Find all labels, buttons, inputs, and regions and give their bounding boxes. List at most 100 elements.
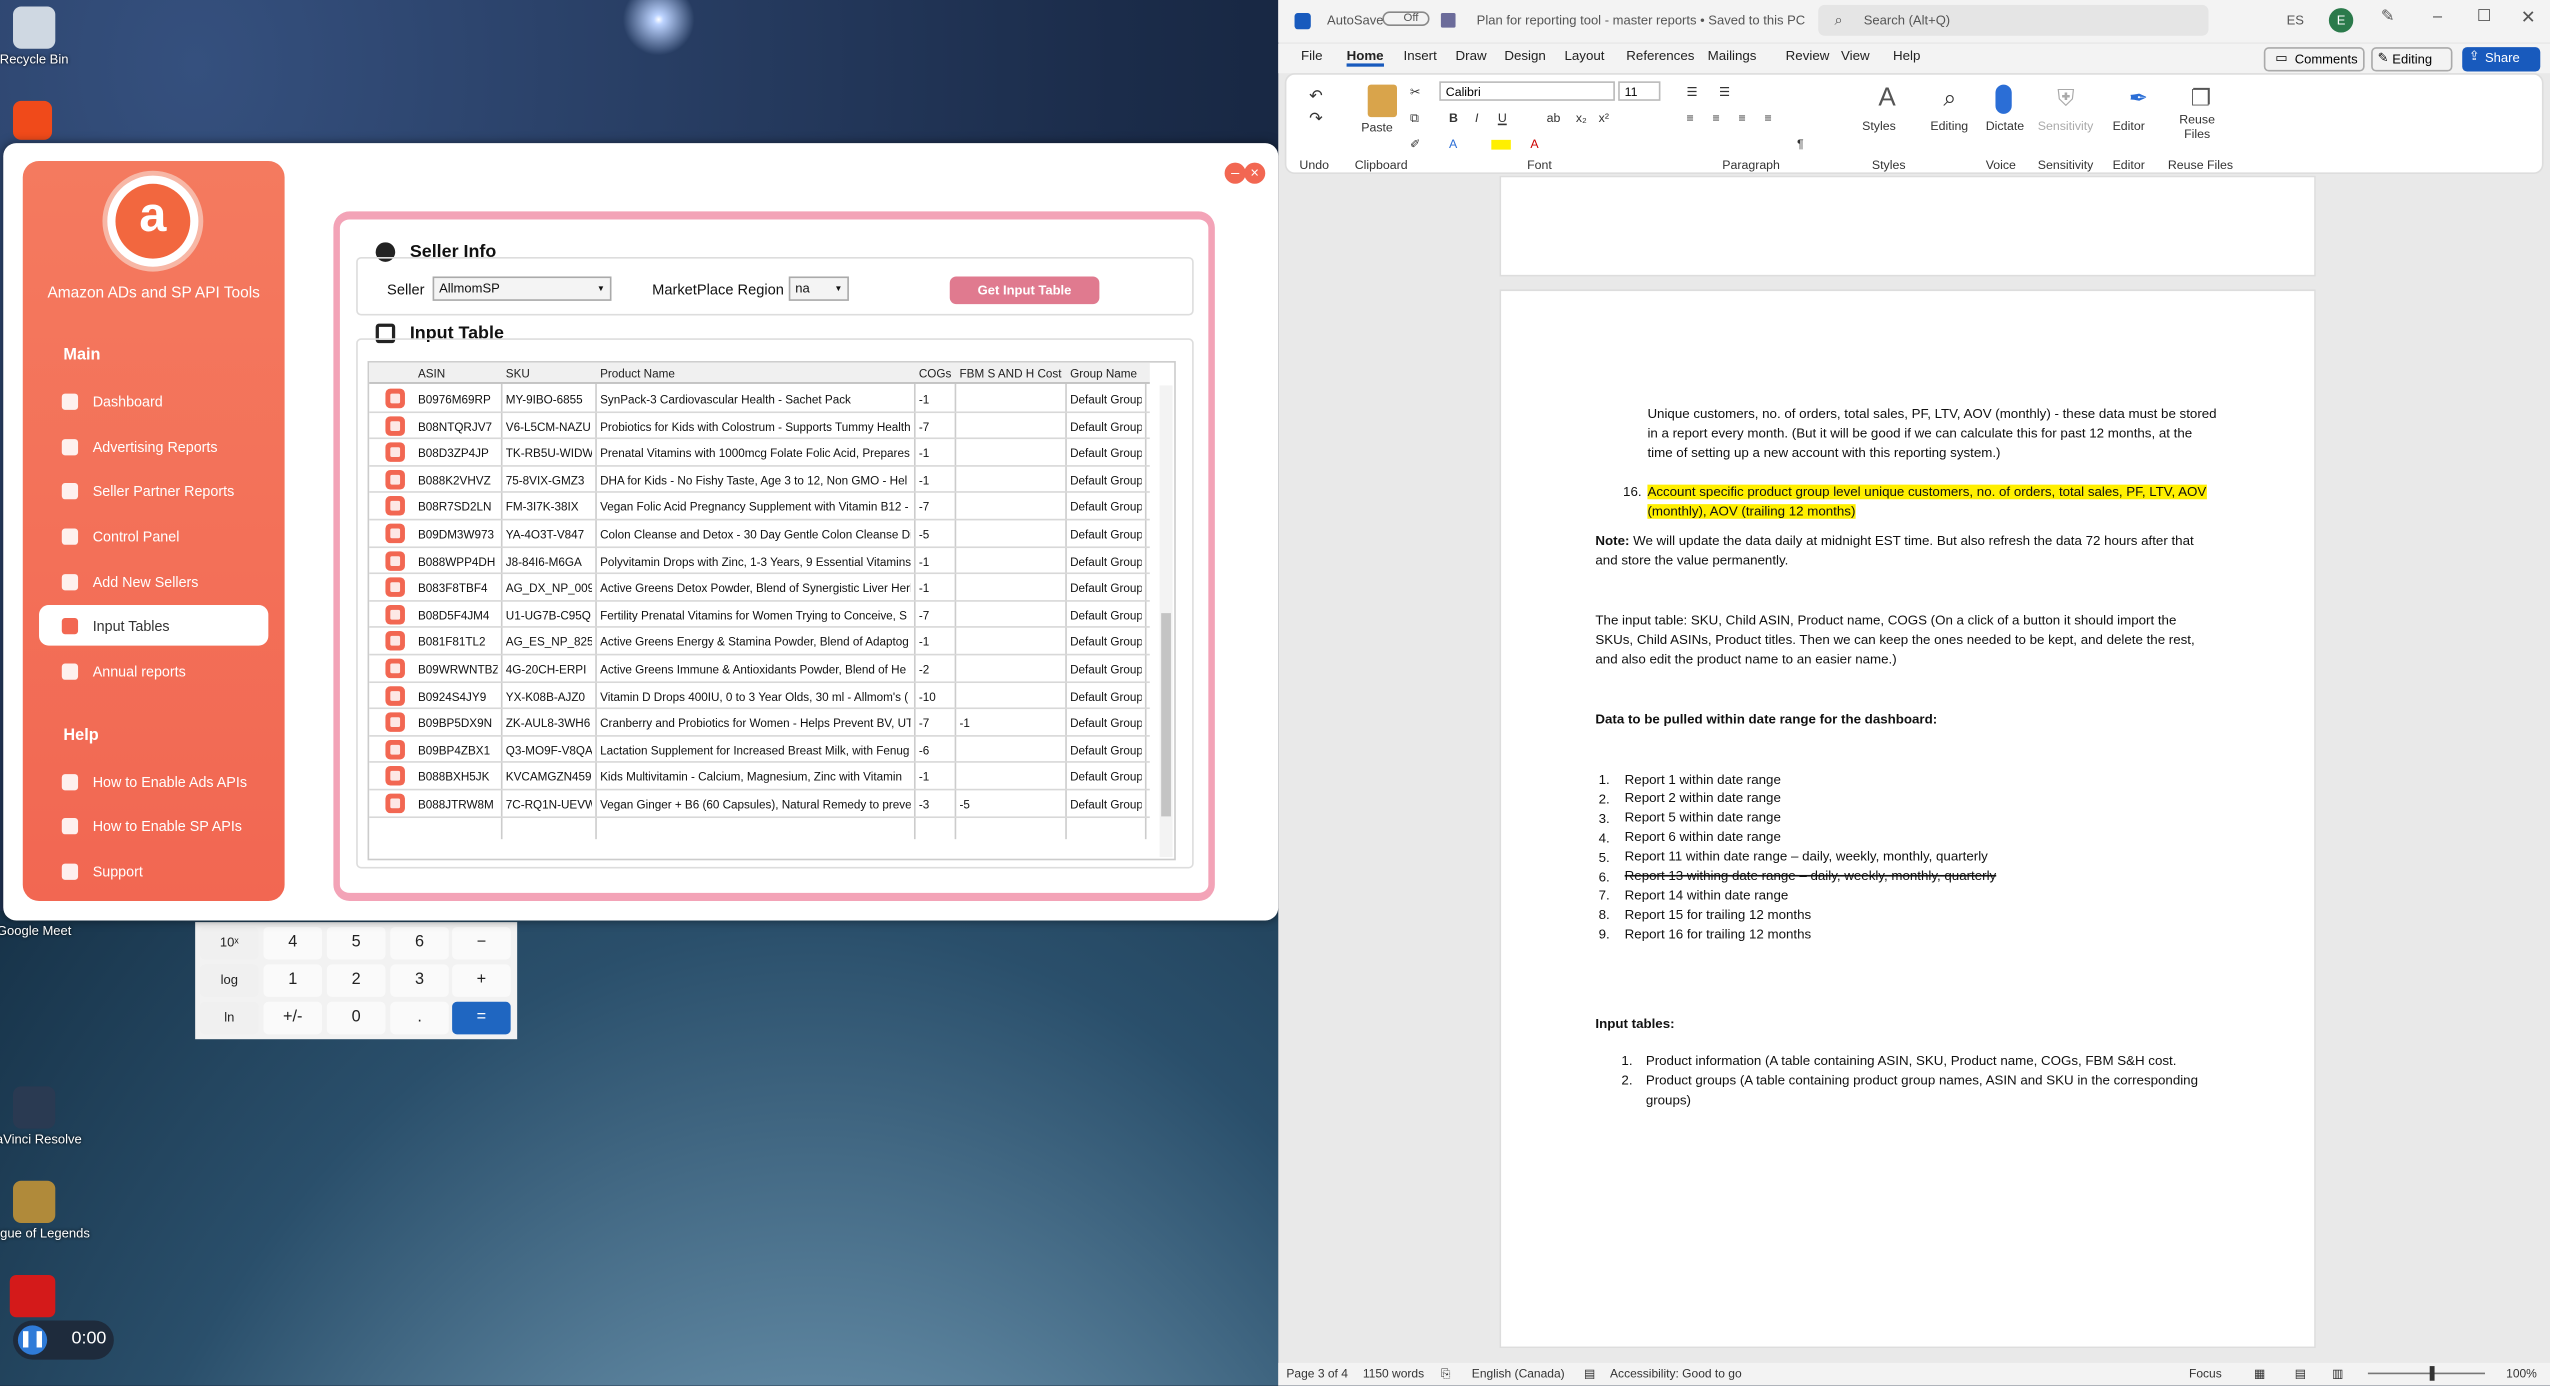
cell-product-name[interactable]: Vegan Ginger + B6 (60 Capsules), Natural… xyxy=(600,797,911,812)
delete-row-button[interactable] xyxy=(385,793,405,814)
align-left-icon[interactable]: ≡ xyxy=(1686,111,1693,126)
cell-sku[interactable]: J8-84I6-M6GA xyxy=(506,554,592,569)
dictate-label[interactable]: Dictate xyxy=(1986,119,2024,134)
read-mode-icon[interactable]: ▦ xyxy=(2254,1366,2265,1381)
cell-group-name[interactable]: Default Group xyxy=(1070,770,1142,785)
desktop-icon-davinci[interactable]: DaVinci Resolve xyxy=(0,1086,91,1147)
recording-timer[interactable]: ❚❚ 0:00 xyxy=(13,1320,114,1360)
cell-cogs[interactable]: -1 xyxy=(919,581,952,596)
save-icon[interactable] xyxy=(1440,13,1456,28)
cell-asin[interactable]: B0976M69RP xyxy=(418,392,498,407)
justify-icon[interactable]: ≡ xyxy=(1765,111,1772,126)
cell-group-name[interactable]: Default Group xyxy=(1070,689,1142,704)
cell-product-name[interactable]: Cranberry and Probiotics for Women - Hel… xyxy=(600,716,911,731)
cell-asin[interactable]: B088BXH5JK xyxy=(418,770,498,785)
cell-cogs[interactable]: -7 xyxy=(919,716,952,731)
autosave-toggle[interactable]: Off xyxy=(1382,11,1430,27)
zoom-level[interactable]: 100% xyxy=(2506,1366,2537,1381)
cell-asin[interactable]: B088JTRW8M xyxy=(418,797,498,812)
editor-icon[interactable]: ✒ xyxy=(2129,85,2148,113)
delete-row-button[interactable] xyxy=(385,550,405,571)
reuse-files-icon[interactable]: ❐ xyxy=(2191,85,2211,113)
calc-key-3[interactable]: 6 xyxy=(390,926,449,960)
cell-cogs[interactable]: -1 xyxy=(919,770,952,785)
delete-row-button[interactable] xyxy=(385,766,405,787)
cell-asin[interactable]: B081F81TL2 xyxy=(418,635,498,650)
tab-layout[interactable]: Layout xyxy=(1565,49,1605,64)
cell-group-name[interactable]: Default Group xyxy=(1070,419,1142,434)
cell-group-name[interactable]: Default Group xyxy=(1070,581,1142,596)
delete-row-button[interactable] xyxy=(385,469,405,490)
cell-asin[interactable]: B088K2VHVZ xyxy=(418,473,498,488)
nav-item-input-tables[interactable]: Input Tables xyxy=(39,604,269,646)
get-input-table-button[interactable]: Get Input Table xyxy=(949,276,1100,305)
column-header-product-name[interactable]: Product Name xyxy=(600,366,675,381)
cell-cogs[interactable]: -3 xyxy=(919,797,952,812)
styles-icon[interactable]: A xyxy=(1878,85,1895,114)
tab-design[interactable]: Design xyxy=(1504,49,1545,64)
delete-row-button[interactable] xyxy=(385,388,405,409)
bullets-icon[interactable]: ☰ xyxy=(1686,85,1697,100)
comments-button[interactable]: ▭ Comments xyxy=(2263,47,2365,72)
cell-cogs[interactable]: -1 xyxy=(919,635,952,650)
tab-home[interactable]: Home xyxy=(1346,49,1384,67)
redo-icon[interactable]: ↷ xyxy=(1309,111,1323,129)
nav-item-add-new-sellers[interactable]: Add New Sellers xyxy=(39,561,268,602)
pen-icon[interactable]: ✎ xyxy=(2381,8,2395,26)
cell-group-name[interactable]: Default Group xyxy=(1070,500,1142,515)
styles-label[interactable]: Styles xyxy=(1862,119,1896,134)
nav-item-annual-reports[interactable]: Annual reports xyxy=(39,651,268,692)
help-item-support[interactable]: Support xyxy=(39,851,268,892)
column-header-asin[interactable]: ASIN xyxy=(418,366,445,381)
cell-cogs[interactable]: -1 xyxy=(919,446,952,461)
calc-key-5[interactable]: log xyxy=(200,964,259,997)
focus-button[interactable]: Focus xyxy=(2189,1366,2222,1381)
scrollbar-thumb[interactable] xyxy=(1161,613,1171,817)
bold-icon[interactable]: B xyxy=(1449,111,1458,126)
zoom-slider-thumb[interactable] xyxy=(2429,1366,2435,1381)
calc-key-4[interactable]: − xyxy=(452,926,511,960)
delete-row-button[interactable] xyxy=(385,604,405,625)
minimize-icon[interactable]: – xyxy=(2433,8,2442,26)
delete-row-button[interactable] xyxy=(385,442,405,463)
cell-cogs[interactable]: -1 xyxy=(919,473,952,488)
column-header-cogs[interactable]: COGs xyxy=(919,366,951,381)
cell-asin[interactable]: B09DM3W973 xyxy=(418,527,498,542)
cell-product-name[interactable]: Active Greens Immune & Antioxidants Powd… xyxy=(600,662,911,677)
share-button[interactable]: ⇪ Share xyxy=(2462,47,2541,72)
cell-group-name[interactable]: Default Group xyxy=(1070,554,1142,569)
column-header-fbm-s-and-h-cost[interactable]: FBM S AND H Cost xyxy=(960,366,1062,381)
cell-group-name[interactable]: Default Group xyxy=(1070,527,1142,542)
find-icon[interactable]: ⌕ xyxy=(1943,85,1956,113)
cell-sku[interactable]: 75-8VIX-GMZ3 xyxy=(506,473,592,488)
italic-icon[interactable]: I xyxy=(1475,111,1478,126)
calc-key-9[interactable]: + xyxy=(452,964,511,997)
table-scrollbar[interactable] xyxy=(1159,385,1173,858)
cell-group-name[interactable]: Default Group xyxy=(1070,797,1142,812)
cell-sku[interactable]: MY-9IBO-6855 xyxy=(506,392,592,407)
pause-icon[interactable]: ❚❚ xyxy=(17,1325,48,1355)
calc-key-14[interactable]: = xyxy=(452,1001,511,1035)
cell-product-name[interactable]: Fertility Prenatal Vitamins for Women Tr… xyxy=(600,608,911,623)
zoom-slider[interactable] xyxy=(2367,1372,2485,1375)
microphone-icon[interactable] xyxy=(1995,84,2012,114)
cell-product-name[interactable]: Active Greens Energy & Stamina Powder, B… xyxy=(600,635,911,650)
acrobat-icon[interactable] xyxy=(9,1275,56,1318)
delete-row-button[interactable] xyxy=(385,712,405,733)
cell-group-name[interactable]: Default Group xyxy=(1070,743,1142,758)
cell-asin[interactable]: B08NTQRJV7 xyxy=(418,419,498,434)
cell-group-name[interactable]: Default Group xyxy=(1070,473,1142,488)
cell-group-name[interactable]: Default Group xyxy=(1070,392,1142,407)
language[interactable]: English (Canada) xyxy=(1472,1366,1565,1381)
cell-product-name[interactable]: Probiotics for Kids with Colostrum - Sup… xyxy=(600,419,911,434)
calc-key-7[interactable]: 2 xyxy=(326,964,386,997)
editing-group-label[interactable]: Editing xyxy=(1930,119,1968,134)
align-center-icon[interactable]: ≡ xyxy=(1712,111,1719,126)
delete-row-button[interactable] xyxy=(385,577,405,598)
cell-asin[interactable]: B09BP5DX9N xyxy=(418,716,498,731)
nav-item-advertising-reports[interactable]: Advertising Reports xyxy=(39,426,268,467)
cell-asin[interactable]: B08D3ZP4JP xyxy=(418,446,498,461)
nav-item-control-panel[interactable]: Control Panel xyxy=(39,516,268,557)
track-changes-icon[interactable]: ▤ xyxy=(1584,1366,1595,1381)
delete-row-button[interactable] xyxy=(385,523,405,544)
